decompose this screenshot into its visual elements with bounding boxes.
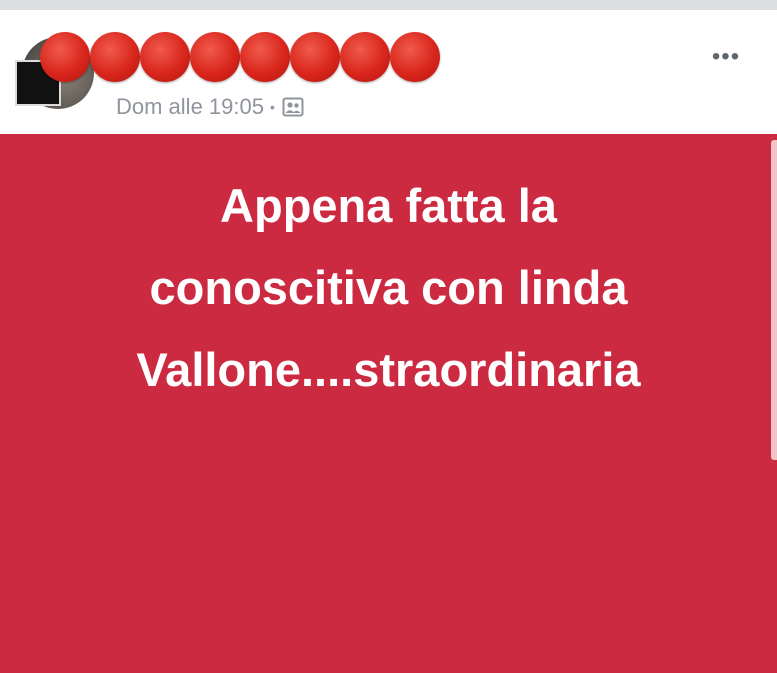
redaction-dot xyxy=(140,32,190,82)
redaction-dot xyxy=(40,32,90,82)
meta-separator: • xyxy=(269,99,275,115)
top-divider xyxy=(0,0,777,10)
post-header: Dom alle 19:05 • ••• xyxy=(0,10,777,134)
author-name-redacted[interactable] xyxy=(40,32,440,88)
redaction-dot xyxy=(340,32,390,82)
scroll-edge xyxy=(771,140,777,460)
redaction-dot xyxy=(90,32,140,82)
redaction-dot xyxy=(290,32,340,82)
status-line: Appena fatta la xyxy=(220,179,557,232)
redaction-dot xyxy=(240,32,290,82)
more-options-button[interactable]: ••• xyxy=(706,44,746,70)
redaction-dot xyxy=(390,32,440,82)
status-text: Appena fatta la conoscitiva con linda Va… xyxy=(30,165,747,411)
post-meta: Dom alle 19:05 • xyxy=(116,94,304,120)
status-line: conoscitiva con linda xyxy=(149,261,628,314)
status-line: Vallone....straordinaria xyxy=(136,343,641,396)
redaction-dot xyxy=(190,32,240,82)
friends-icon[interactable] xyxy=(282,97,304,117)
post-timestamp[interactable]: Dom alle 19:05 xyxy=(116,94,264,120)
